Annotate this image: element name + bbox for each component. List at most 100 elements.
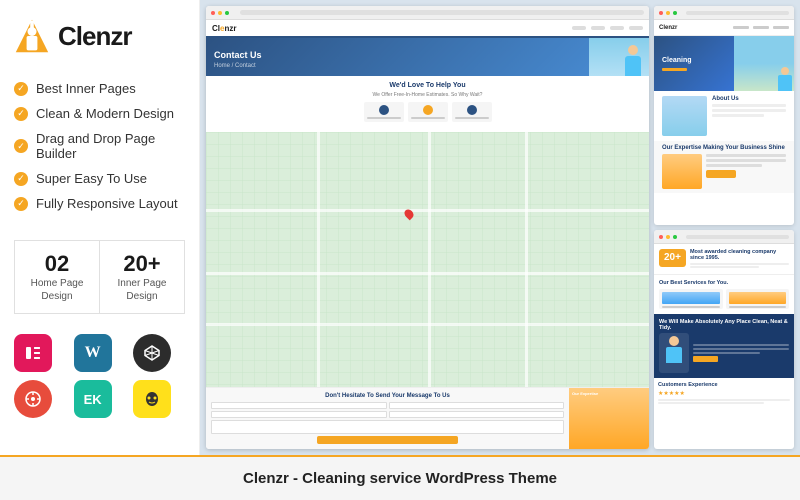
browser-dot-red [211,11,215,15]
hero-subtitle: Home / Contact [214,63,262,69]
stat-inner-pages: 20+ Inner PageDesign [99,240,185,314]
check-icon: ✓ [14,107,28,121]
rating-stars: ★★★★★ [658,390,790,397]
award-number: 20+ [659,249,686,267]
service-label [729,306,787,308]
screenshot-body: Clenzr Contact Us [206,20,649,449]
screenshot-contact-page: Clenzr Contact Us [206,6,649,449]
footer-bar: Clenzr - Cleaning service WordPress Them… [0,455,800,500]
help-cards [214,102,641,122]
form-field[interactable] [211,402,387,409]
hero-section: Contact Us Home / Contact [206,38,649,76]
make-clean-content [659,333,789,373]
check-icon: ✓ [14,172,28,186]
service-item [726,289,790,309]
form-fields [211,402,564,418]
feature-label: Fully Responsive Layout [36,196,178,211]
help-card-icon [379,105,389,115]
screenshot-about-page: Clenzr Cleaning [654,6,794,225]
text-line [693,344,789,346]
expertise-content [662,154,786,189]
expertise-text [706,154,786,189]
about-section: About Us [654,91,794,141]
services-grid [659,289,789,309]
text-line [693,352,760,354]
browser-dot-green [673,11,677,15]
help-card-label [367,117,401,119]
list-item: ✓ Clean & Modern Design [14,101,185,126]
help-card-icon [423,105,433,115]
stat-home-pages: 02 Home PageDesign [14,240,99,314]
plugin-compass-icon [14,380,52,418]
check-icon: ✓ [14,197,28,211]
customers-section: Customers Experience ★★★★★ [654,378,794,409]
check-icon: ✓ [14,82,28,96]
feature-label: Best Inner Pages [36,81,136,96]
side-image: Our Expertise [569,388,649,449]
list-item: ✓ Super Easy To Use [14,166,185,191]
nav-link [610,26,624,30]
make-clean-section: We Will Make Absolutely Any Place Clean,… [654,314,794,378]
hero-content: Cleaning [662,56,692,71]
plugin-mailchimp-icon [133,380,171,418]
feature-label: Drag and Drop Page Builder [36,131,185,161]
award-paragraph [690,263,789,265]
nav-bar: Clenzr [654,20,794,36]
plugin-ek-icon: EK [74,380,112,418]
help-subtitle: We Offer Free-In-Home Estimates. So Why … [214,92,641,98]
nav-logo: Clenzr [659,25,677,31]
about-paragraph [712,104,786,107]
hero-image [589,38,649,76]
text-line [706,164,762,167]
logo-area: Clenzr [14,18,185,54]
form-field[interactable] [389,411,565,418]
map-road [317,132,320,387]
stat-label: Home PageDesign [23,277,91,303]
help-section: We'd Love To Help You We Offer Free-In-H… [206,76,649,132]
feature-label: Super Easy To Use [36,171,147,186]
review-line [658,402,764,404]
map-section [206,132,649,387]
award-section: 20+ Most awarded cleaning company since … [654,244,794,275]
stats-row: 02 Home PageDesign 20+ Inner PageDesign [14,240,185,314]
browser-dot-green [225,11,229,15]
nav-bar: Clenzr [206,20,649,38]
nav-link [572,26,586,30]
text-line [706,154,786,157]
review-line [658,399,790,401]
cta-button[interactable] [706,170,736,178]
form-submit-button[interactable] [317,436,458,444]
about-title: About Us [712,96,786,102]
form-field[interactable] [389,402,565,409]
form-textarea[interactable] [211,420,564,434]
help-card [408,102,448,122]
help-card-label [455,117,489,119]
screenshots-panel: Clenzr Contact Us [200,0,800,455]
plugin-codepen-icon [133,334,171,372]
plugin-elementor-icon [14,334,52,372]
browser-dot-red [659,11,663,15]
stat-label: Inner PageDesign [108,277,176,303]
hero-title: Contact Us [214,50,262,60]
list-item: ✓ Best Inner Pages [14,76,185,101]
browser-bar [654,6,794,20]
footer-title: Clenzr - Cleaning service WordPress Them… [243,470,557,487]
hero-title: Cleaning [662,56,692,65]
brand-logo-icon [14,18,50,54]
feature-label: Clean & Modern Design [36,106,174,121]
expertise-section: Our Expertise Making Your Business Shine [654,141,794,193]
screenshot-services-page: 20+ Most awarded cleaning company since … [654,230,794,449]
hero-image [734,36,794,91]
text-line [706,159,786,162]
services-section: Our Best Services for You. [654,275,794,314]
form-field[interactable] [211,411,387,418]
hero-section: Cleaning [654,36,794,91]
map-background [206,132,649,387]
left-panel: Clenzr ✓ Best Inner Pages ✓ Clean & Mode… [0,0,200,455]
services-title: Our Best Services for You. [659,280,789,286]
stat-number: 20+ [108,251,176,277]
browser-dot-green [673,235,677,239]
map-road [525,132,528,387]
plugin-icons: W EK [14,334,185,418]
cta-button[interactable] [693,356,718,362]
